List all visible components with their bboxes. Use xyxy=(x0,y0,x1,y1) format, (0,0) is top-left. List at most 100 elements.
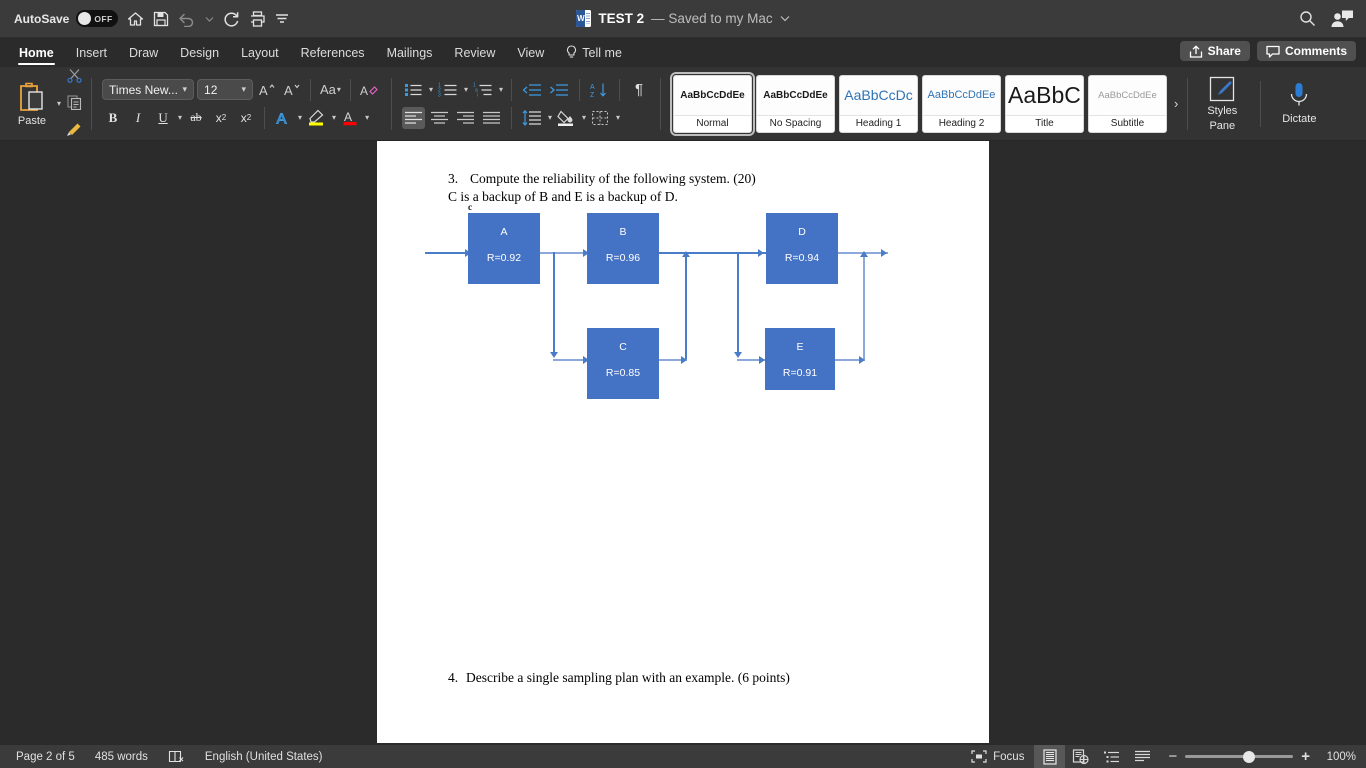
account-collab-icon[interactable] xyxy=(1330,10,1354,28)
autosave-control[interactable]: AutoSave OFF xyxy=(14,10,118,27)
tab-insert[interactable]: Insert xyxy=(65,38,118,67)
styles-gallery-more-icon[interactable]: › xyxy=(1171,96,1181,111)
font-color-dropdown-icon[interactable]: ▾ xyxy=(365,113,369,122)
underline-dropdown-icon[interactable]: ▾ xyxy=(178,113,182,122)
strikethrough-button[interactable]: ab xyxy=(185,107,207,129)
tab-review[interactable]: Review xyxy=(443,38,506,67)
tab-layout[interactable]: Layout xyxy=(230,38,290,67)
zoom-in-button[interactable]: + xyxy=(1301,748,1310,765)
align-center-icon[interactable] xyxy=(428,107,451,129)
font-size-combobox[interactable]: 12 ▾ xyxy=(197,79,253,100)
shrink-font-icon[interactable]: A xyxy=(281,79,303,101)
block-c[interactable]: C R=0.85 xyxy=(587,328,659,399)
show-formatting-marks-icon[interactable]: ¶ xyxy=(628,79,650,101)
font-name-combobox[interactable]: Times New... ▾ xyxy=(102,79,194,100)
bullets-dropdown-icon[interactable]: ▾ xyxy=(429,85,433,94)
document-page[interactable]: 3. Compute the reliability of the follow… xyxy=(377,141,989,743)
tab-mailings[interactable]: Mailings xyxy=(376,38,444,67)
tab-draw[interactable]: Draw xyxy=(118,38,169,67)
web-layout-view-button[interactable] xyxy=(1065,745,1096,768)
redo-icon[interactable] xyxy=(223,11,240,27)
undo-dropdown-icon[interactable] xyxy=(205,16,214,22)
print-icon[interactable] xyxy=(249,11,266,27)
increase-indent-icon[interactable] xyxy=(547,79,571,101)
reliability-block-diagram[interactable]: c A R=0.92 B xyxy=(417,207,917,412)
change-case-button[interactable]: Aa ▾ xyxy=(318,79,343,101)
document-canvas[interactable]: 3. Compute the reliability of the follow… xyxy=(0,141,1366,744)
bold-button[interactable]: B xyxy=(102,107,124,129)
format-painter-icon[interactable] xyxy=(63,119,85,141)
align-right-icon[interactable] xyxy=(454,107,477,129)
zoom-track[interactable] xyxy=(1185,755,1293,758)
styles-pane-button[interactable]: Styles Pane xyxy=(1194,75,1250,131)
italic-button[interactable]: I xyxy=(127,107,149,129)
multilevel-list-icon[interactable]: 1ai xyxy=(471,79,495,101)
tab-tell-me[interactable]: Tell me xyxy=(555,38,633,67)
zoom-thumb[interactable] xyxy=(1243,751,1255,763)
language-indicator[interactable]: English (United States) xyxy=(205,751,323,763)
line-spacing-icon[interactable] xyxy=(520,107,544,129)
numbering-icon[interactable]: 123 xyxy=(436,79,460,101)
font-color-icon[interactable]: A xyxy=(339,107,361,129)
tab-references[interactable]: References xyxy=(290,38,376,67)
borders-dropdown-icon[interactable]: ▾ xyxy=(616,113,620,122)
text-effects-dropdown-icon[interactable]: ▾ xyxy=(298,113,302,122)
zoom-slider[interactable]: − + xyxy=(1168,748,1310,765)
block-a[interactable]: A R=0.92 xyxy=(468,213,540,284)
decrease-indent-icon[interactable] xyxy=(520,79,544,101)
clear-formatting-icon[interactable]: A xyxy=(358,79,381,101)
undo-icon[interactable] xyxy=(178,11,196,27)
underline-button[interactable]: U xyxy=(152,107,174,129)
dictate-button[interactable]: Dictate xyxy=(1271,81,1327,125)
style-heading-1[interactable]: AaBbCcDc Heading 1 xyxy=(839,75,918,133)
highlight-dropdown-icon[interactable]: ▾ xyxy=(332,113,336,122)
scissors-icon[interactable] xyxy=(63,65,85,87)
comments-button[interactable]: Comments xyxy=(1257,41,1356,61)
share-button[interactable]: Share xyxy=(1180,41,1250,61)
bullets-icon[interactable] xyxy=(402,79,425,101)
superscript-button[interactable]: x2 xyxy=(235,107,257,129)
copy-icon[interactable] xyxy=(63,92,85,114)
proofing-errors-icon[interactable] xyxy=(168,750,185,764)
align-left-icon[interactable] xyxy=(402,107,425,129)
paste-dropdown-icon[interactable]: ▾ xyxy=(57,99,61,108)
tab-design[interactable]: Design xyxy=(169,38,230,67)
highlight-color-icon[interactable] xyxy=(305,107,328,129)
autosave-toggle[interactable]: OFF xyxy=(76,10,118,27)
borders-icon[interactable] xyxy=(589,107,612,129)
line-spacing-dropdown-icon[interactable]: ▾ xyxy=(548,113,552,122)
draft-view-button[interactable] xyxy=(1127,745,1158,768)
focus-button[interactable]: Focus xyxy=(961,750,1034,763)
paste-button[interactable]: Paste xyxy=(10,81,54,127)
zoom-level[interactable]: 100% xyxy=(1322,751,1356,763)
print-layout-view-button[interactable] xyxy=(1034,745,1065,768)
style-subtitle[interactable]: AaBbCcDdEe Subtitle xyxy=(1088,75,1167,133)
shading-dropdown-icon[interactable]: ▾ xyxy=(582,113,586,122)
zoom-out-button[interactable]: − xyxy=(1168,748,1177,765)
word-count[interactable]: 485 words xyxy=(95,751,148,763)
block-b[interactable]: B R=0.96 xyxy=(587,213,659,284)
save-icon[interactable] xyxy=(153,11,169,27)
title-dropdown-icon[interactable] xyxy=(780,15,790,22)
outline-view-button[interactable] xyxy=(1096,745,1127,768)
page-indicator[interactable]: Page 2 of 5 xyxy=(16,751,75,763)
block-e[interactable]: E R=0.91 xyxy=(765,328,835,390)
justify-icon[interactable] xyxy=(480,107,503,129)
grow-font-icon[interactable]: A xyxy=(256,79,278,101)
customize-qat-icon[interactable] xyxy=(275,13,289,25)
multilevel-dropdown-icon[interactable]: ▾ xyxy=(499,85,503,94)
shading-icon[interactable] xyxy=(555,107,578,129)
style-normal[interactable]: AaBbCcDdEe Normal xyxy=(673,75,752,133)
tab-home[interactable]: Home xyxy=(8,38,65,67)
subscript-button[interactable]: x2 xyxy=(210,107,232,129)
style-title[interactable]: AaBbC Title xyxy=(1005,75,1084,133)
style-no-spacing[interactable]: AaBbCcDdEe No Spacing xyxy=(756,75,835,133)
style-heading-2[interactable]: AaBbCcDdEe Heading 2 xyxy=(922,75,1001,133)
search-icon[interactable] xyxy=(1299,10,1316,27)
tab-view[interactable]: View xyxy=(506,38,555,67)
sort-icon[interactable]: AZ xyxy=(588,79,611,101)
block-d[interactable]: D R=0.94 xyxy=(766,213,838,284)
numbering-dropdown-icon[interactable]: ▾ xyxy=(464,85,468,94)
home-icon[interactable] xyxy=(127,11,144,27)
text-effects-icon[interactable]: A xyxy=(272,107,294,129)
